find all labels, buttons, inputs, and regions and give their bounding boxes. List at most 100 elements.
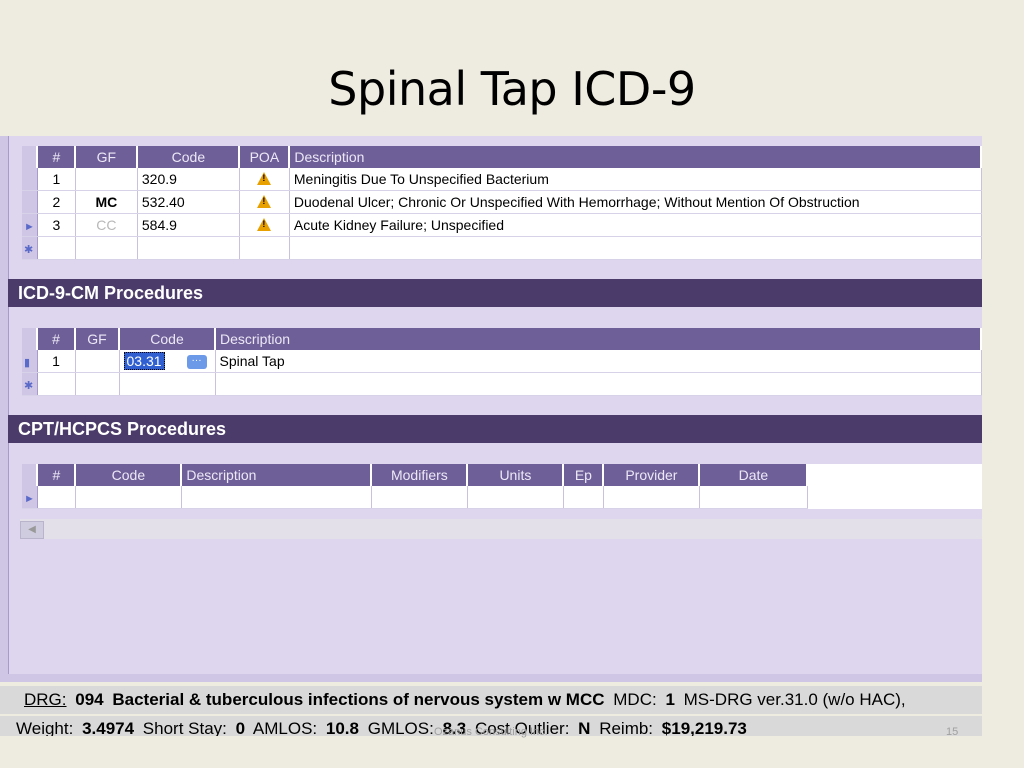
empty-cell[interactable] [75,372,120,396]
row-selector[interactable]: ► [22,486,38,509]
col-units-header[interactable]: Units [467,464,565,486]
icd-procedures-heading: ICD-9-CM Procedures [8,279,982,307]
encoder-window: # GF Code POA Description 1 320.9 ! Meni… [0,136,982,682]
watermark: Ozanus Consulting Inc. [434,726,548,738]
edit-row-icon: ▮ [24,357,31,369]
col-num-header[interactable]: # [37,328,76,350]
row-gf [75,168,138,191]
code-input[interactable]: 03.31 [123,352,165,370]
table-row[interactable]: ▮ 1 03.31 ··· Spinal Tap [22,350,982,373]
drg-label[interactable]: DRG: [24,690,67,709]
scroll-left-icon[interactable]: ◀ [20,521,44,539]
col-gf-header[interactable]: GF [75,146,139,168]
weight-label: Weight: [16,719,74,736]
code-cell[interactable]: 03.31 ··· [119,350,216,373]
amlos-value: 10.8 [325,719,359,736]
icd-procedures-table: # GF Code Description ▮ 1 03.31 ··· Spina… [22,328,982,396]
poa-cell[interactable]: ! [239,168,290,191]
short-stay-label: Short Stay: [142,719,227,736]
empty-cell[interactable] [75,486,182,509]
reimb-label: Reimb: [599,719,654,736]
empty-cell[interactable] [239,236,290,260]
mdc-value: 1 [665,690,675,709]
new-row[interactable]: ✱ [22,236,982,260]
empty-cell[interactable] [75,236,138,260]
poa-cell[interactable]: ! [239,213,290,237]
row-description: Meningitis Due To Unspecified Bacterium [289,168,982,191]
col-ep-header[interactable]: Ep [563,464,605,486]
empty-cell[interactable] [563,486,604,509]
new-row[interactable]: ► [22,486,982,509]
mdc-label: MDC: [613,690,657,709]
row-code[interactable]: 320.9 [137,168,240,191]
col-code-header[interactable]: Code [119,328,216,350]
cost-outlier-value: N [578,719,591,736]
empty-cell[interactable] [137,236,240,260]
reimb-value: $19,219.73 [661,719,747,736]
col-description-header[interactable]: Description [215,328,982,350]
new-row-selector[interactable]: ✱ [22,236,38,260]
col-date-header[interactable]: Date [699,464,809,486]
slide-title: Spinal Tap ICD-9 [328,62,696,116]
warning-icon[interactable]: ! [257,172,272,185]
new-row-icon: ✱ [24,380,34,392]
row-gf: CC [75,213,138,237]
empty-cell[interactable] [181,486,372,509]
row-num: 2 [37,190,76,214]
col-num-header[interactable]: # [37,146,77,168]
row-selector-header [22,464,39,486]
diagnosis-table: # GF Code POA Description 1 320.9 ! Meni… [22,146,982,260]
row-selector[interactable] [22,168,38,191]
empty-cell[interactable] [37,236,76,260]
table-row[interactable]: 2 MC 532.40 ! Duodenal Ulcer; Chronic Or… [22,190,982,214]
empty-cell[interactable] [699,486,808,509]
empty-cell[interactable] [215,372,982,396]
col-description-header[interactable]: Description [181,464,373,486]
drg-version: MS-DRG ver.31.0 (w/o HAC), [683,690,906,709]
col-provider-header[interactable]: Provider [603,464,701,486]
col-num-header[interactable]: # [37,464,77,486]
row-gf [75,350,120,373]
empty-cell[interactable] [371,486,468,509]
row-selector[interactable] [22,190,38,214]
diagnosis-header-row: # GF Code POA Description [22,146,982,168]
poa-cell[interactable]: ! [239,190,290,214]
warning-icon[interactable]: ! [257,195,272,208]
lookup-ellipsis-button[interactable]: ··· [186,355,207,370]
icd-procedures-header-row: # GF Code Description [22,328,982,350]
col-poa-header[interactable]: POA [239,146,291,168]
drg-description: Bacterial & tuberculous infections of ne… [112,690,605,709]
row-selector-header [22,146,39,168]
new-row[interactable]: ✱ [22,372,982,396]
empty-cell[interactable] [603,486,700,509]
new-row-selector[interactable]: ✱ [22,372,38,396]
col-code-header[interactable]: Code [137,146,241,168]
row-selector[interactable]: ► [22,213,38,237]
amlos-label: AMLOS: [252,719,318,736]
table-row[interactable]: 1 320.9 ! Meningitis Due To Unspecified … [22,168,982,191]
row-description: Acute Kidney Failure; Unspecified [289,213,982,237]
col-gf-header[interactable]: GF [75,328,120,350]
row-selector[interactable]: ▮ [22,350,38,373]
col-code-header[interactable]: Code [75,464,183,486]
drg-status-bar: DRG: 094 Bacterial & tuberculous infecti… [0,686,982,714]
header-filler [807,464,982,486]
row-num: 3 [37,213,76,237]
cpt-procedures-table: # Code Description Modifiers Units Ep Pr… [22,464,982,509]
horizontal-scrollbar[interactable]: ◀ [20,519,982,539]
row-num: 1 [37,350,76,373]
drg-number: 094 [75,690,104,709]
empty-cell[interactable] [119,372,216,396]
empty-cell[interactable] [37,486,76,509]
empty-cell[interactable] [289,236,982,260]
empty-cell[interactable] [37,372,76,396]
row-code[interactable]: 584.9 [137,213,240,237]
row-description: Spinal Tap [215,350,982,373]
warning-icon[interactable]: ! [257,218,272,231]
row-code[interactable]: 532.40 [137,190,240,214]
empty-cell[interactable] [467,486,564,509]
row-gf: MC [75,190,138,214]
col-modifiers-header[interactable]: Modifiers [371,464,469,486]
col-description-header[interactable]: Description [289,146,982,168]
table-row[interactable]: ► 3 CC 584.9 ! Acute Kidney Failure; Uns… [22,213,982,237]
